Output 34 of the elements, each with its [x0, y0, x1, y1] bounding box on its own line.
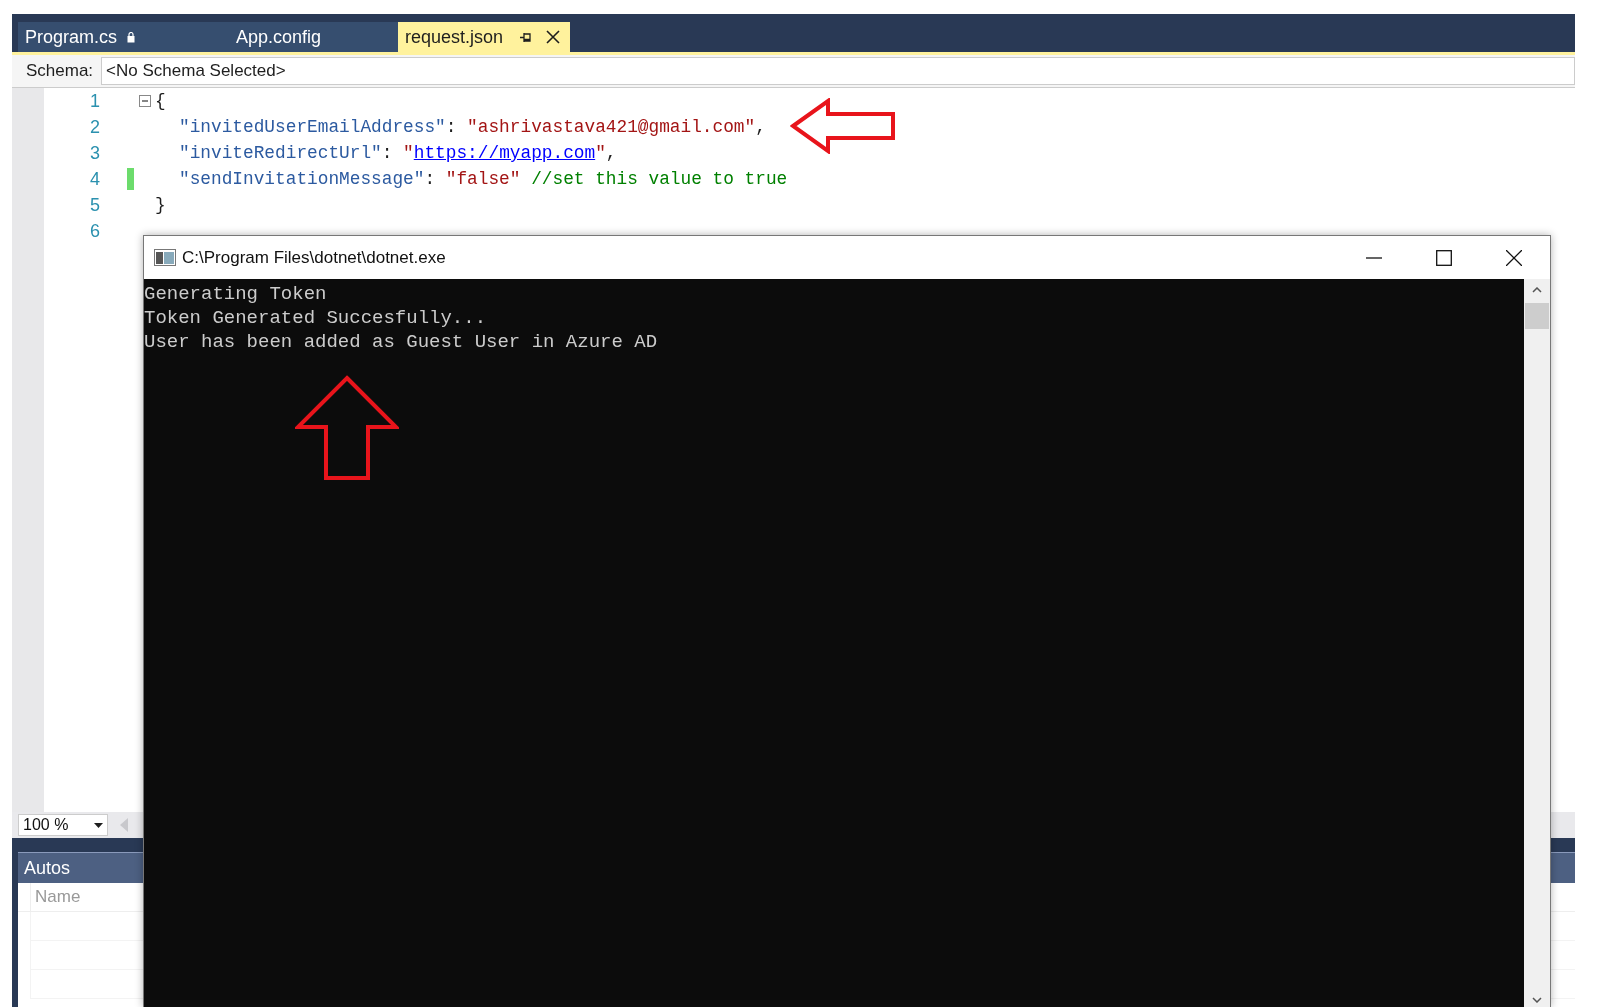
url-link[interactable]: https://myapp.com [413, 143, 596, 163]
zoom-dropdown[interactable]: 100 % [18, 814, 108, 836]
maximize-icon[interactable] [1436, 249, 1452, 266]
console-icon [154, 249, 176, 266]
schema-label: Schema: [25, 61, 95, 81]
line-number: 6 [89, 220, 100, 242]
scrollbar-thumb[interactable] [1525, 303, 1549, 329]
code-line: "sendInvitationMessage": "false" //set this value to true [179, 169, 788, 189]
line-number: 1 [89, 90, 100, 112]
line-number: 5 [89, 194, 100, 216]
code-line: { [155, 91, 166, 111]
collapse-icon[interactable] [139, 95, 151, 107]
console-output-line: Token Generated Succesfully... [144, 306, 488, 330]
scroll-up-icon[interactable] [1532, 287, 1542, 293]
file-tab[interactable]: App.config [209, 22, 398, 52]
console-output-line: Generating Token [144, 282, 328, 306]
code-line: "invitedUserEmailAddress": "ashrivastava421@gmail.com", [179, 117, 766, 137]
file-tab[interactable]: request.json [398, 22, 571, 52]
scroll-down-icon[interactable] [1532, 997, 1542, 1003]
line-number: 3 [89, 142, 100, 164]
console-output-line: User has been added as Guest User in Azure AD [144, 330, 659, 354]
code-line: "inviteRedirectUrl": "https://myapp.com", [179, 143, 617, 163]
schema-dropdown[interactable]: <No Schema Selected> [101, 57, 1575, 85]
code-line: } [155, 195, 166, 215]
line-number: 4 [89, 168, 100, 190]
pin-icon[interactable] [519, 30, 533, 44]
scrollbar[interactable] [1524, 279, 1550, 1007]
close-icon[interactable] [1506, 249, 1522, 266]
close-icon[interactable] [546, 30, 561, 44]
lock-icon [127, 31, 136, 43]
window-title: C:\Program Files\dotnet\dotnet.exe [182, 247, 446, 268]
file-tab[interactable]: Program.cs [18, 22, 209, 52]
caret-icon [94, 822, 103, 828]
line-number: 2 [89, 116, 100, 138]
